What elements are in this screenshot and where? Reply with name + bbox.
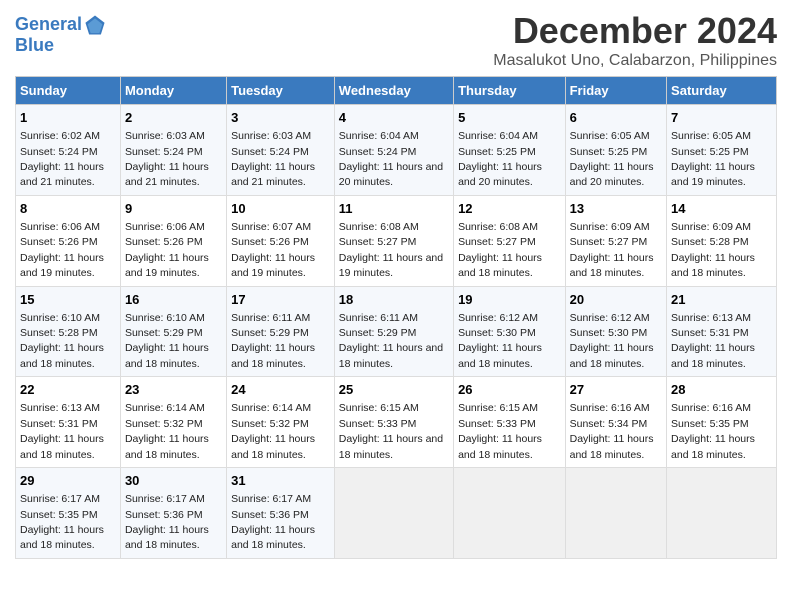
calendar-cell: 21Sunrise: 6:13 AMSunset: 5:31 PMDayligh…: [667, 286, 777, 377]
col-saturday: Saturday: [667, 77, 777, 105]
calendar-cell: 14Sunrise: 6:09 AMSunset: 5:28 PMDayligh…: [667, 195, 777, 286]
calendar-cell: 31Sunrise: 6:17 AMSunset: 5:36 PMDayligh…: [227, 468, 335, 559]
calendar-cell: 19Sunrise: 6:12 AMSunset: 5:30 PMDayligh…: [454, 286, 566, 377]
main-title: December 2024: [493, 10, 777, 52]
calendar-header-row: Sunday Monday Tuesday Wednesday Thursday…: [16, 77, 777, 105]
calendar-cell: [454, 468, 566, 559]
calendar-cell: 23Sunrise: 6:14 AMSunset: 5:32 PMDayligh…: [120, 377, 226, 468]
calendar-week-4: 22Sunrise: 6:13 AMSunset: 5:31 PMDayligh…: [16, 377, 777, 468]
calendar-cell: 22Sunrise: 6:13 AMSunset: 5:31 PMDayligh…: [16, 377, 121, 468]
calendar-cell: 3Sunrise: 6:03 AMSunset: 5:24 PMDaylight…: [227, 105, 335, 196]
title-block: December 2024 Masalukot Uno, Calabarzon,…: [493, 10, 777, 70]
col-sunday: Sunday: [16, 77, 121, 105]
subtitle: Masalukot Uno, Calabarzon, Philippines: [493, 52, 777, 70]
calendar-cell: 17Sunrise: 6:11 AMSunset: 5:29 PMDayligh…: [227, 286, 335, 377]
calendar-cell: 12Sunrise: 6:08 AMSunset: 5:27 PMDayligh…: [454, 195, 566, 286]
calendar-cell: 30Sunrise: 6:17 AMSunset: 5:36 PMDayligh…: [120, 468, 226, 559]
col-monday: Monday: [120, 77, 226, 105]
calendar-cell: 2Sunrise: 6:03 AMSunset: 5:24 PMDaylight…: [120, 105, 226, 196]
calendar-cell: 26Sunrise: 6:15 AMSunset: 5:33 PMDayligh…: [454, 377, 566, 468]
col-thursday: Thursday: [454, 77, 566, 105]
page-header: General Blue December 2024 Masalukot Uno…: [15, 10, 777, 70]
calendar-week-3: 15Sunrise: 6:10 AMSunset: 5:28 PMDayligh…: [16, 286, 777, 377]
calendar-cell: 24Sunrise: 6:14 AMSunset: 5:32 PMDayligh…: [227, 377, 335, 468]
calendar-cell: 13Sunrise: 6:09 AMSunset: 5:27 PMDayligh…: [565, 195, 666, 286]
calendar-cell: [667, 468, 777, 559]
calendar-week-1: 1Sunrise: 6:02 AMSunset: 5:24 PMDaylight…: [16, 105, 777, 196]
logo: General Blue: [15, 14, 106, 56]
calendar-cell: [565, 468, 666, 559]
logo-text2: Blue: [15, 36, 106, 56]
calendar-cell: 6Sunrise: 6:05 AMSunset: 5:25 PMDaylight…: [565, 105, 666, 196]
col-wednesday: Wednesday: [334, 77, 453, 105]
calendar-week-5: 29Sunrise: 6:17 AMSunset: 5:35 PMDayligh…: [16, 468, 777, 559]
calendar-cell: 8Sunrise: 6:06 AMSunset: 5:26 PMDaylight…: [16, 195, 121, 286]
calendar-cell: [334, 468, 453, 559]
calendar-cell: 27Sunrise: 6:16 AMSunset: 5:34 PMDayligh…: [565, 377, 666, 468]
calendar-table: Sunday Monday Tuesday Wednesday Thursday…: [15, 76, 777, 559]
col-friday: Friday: [565, 77, 666, 105]
calendar-cell: 29Sunrise: 6:17 AMSunset: 5:35 PMDayligh…: [16, 468, 121, 559]
calendar-cell: 20Sunrise: 6:12 AMSunset: 5:30 PMDayligh…: [565, 286, 666, 377]
calendar-week-2: 8Sunrise: 6:06 AMSunset: 5:26 PMDaylight…: [16, 195, 777, 286]
calendar-cell: 11Sunrise: 6:08 AMSunset: 5:27 PMDayligh…: [334, 195, 453, 286]
logo-text: General: [15, 14, 106, 36]
calendar-cell: 15Sunrise: 6:10 AMSunset: 5:28 PMDayligh…: [16, 286, 121, 377]
calendar-cell: 4Sunrise: 6:04 AMSunset: 5:24 PMDaylight…: [334, 105, 453, 196]
calendar-cell: 16Sunrise: 6:10 AMSunset: 5:29 PMDayligh…: [120, 286, 226, 377]
calendar-cell: 18Sunrise: 6:11 AMSunset: 5:29 PMDayligh…: [334, 286, 453, 377]
calendar-cell: 28Sunrise: 6:16 AMSunset: 5:35 PMDayligh…: [667, 377, 777, 468]
calendar-cell: 25Sunrise: 6:15 AMSunset: 5:33 PMDayligh…: [334, 377, 453, 468]
calendar-cell: 9Sunrise: 6:06 AMSunset: 5:26 PMDaylight…: [120, 195, 226, 286]
col-tuesday: Tuesday: [227, 77, 335, 105]
calendar-cell: 7Sunrise: 6:05 AMSunset: 5:25 PMDaylight…: [667, 105, 777, 196]
calendar-cell: 5Sunrise: 6:04 AMSunset: 5:25 PMDaylight…: [454, 105, 566, 196]
calendar-body: 1Sunrise: 6:02 AMSunset: 5:24 PMDaylight…: [16, 105, 777, 559]
calendar-cell: 1Sunrise: 6:02 AMSunset: 5:24 PMDaylight…: [16, 105, 121, 196]
calendar-cell: 10Sunrise: 6:07 AMSunset: 5:26 PMDayligh…: [227, 195, 335, 286]
